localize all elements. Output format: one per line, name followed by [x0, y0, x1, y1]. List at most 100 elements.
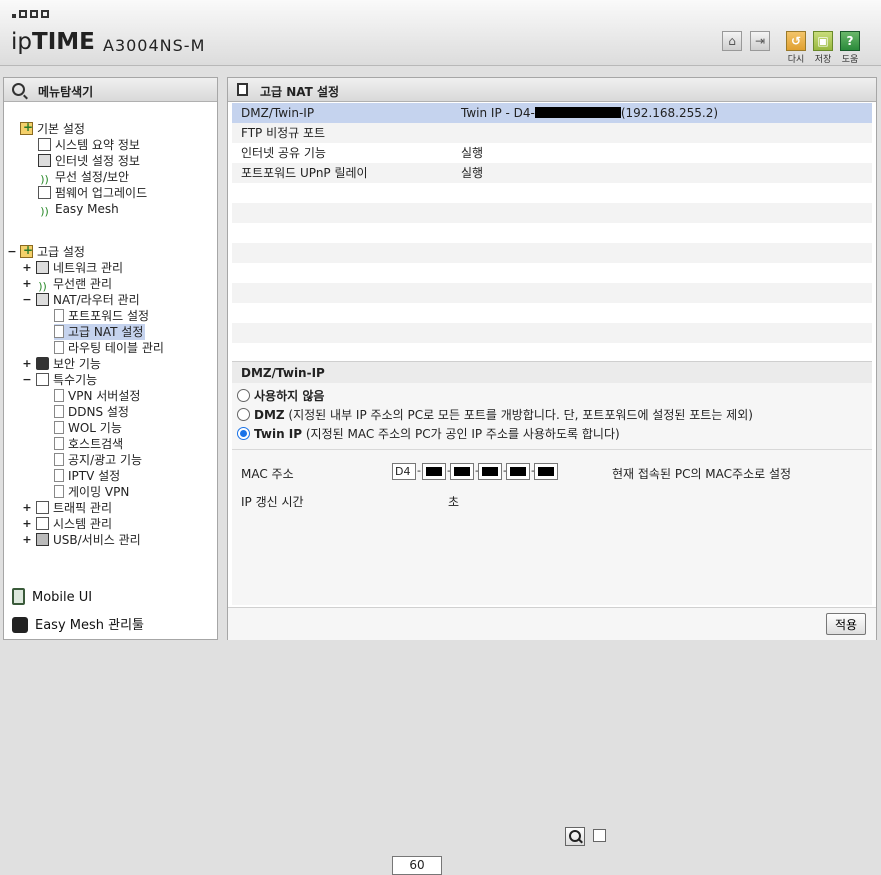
- expand-toggle[interactable]: +: [22, 356, 32, 372]
- restart-label: 다시: [787, 55, 805, 65]
- lock-icon: [36, 357, 49, 370]
- status-row: [232, 243, 872, 263]
- menu-sub-item[interactable]: 공지/광고 기능: [54, 452, 144, 468]
- mac-octet-input[interactable]: [422, 463, 446, 480]
- renew-time-input[interactable]: 60: [392, 856, 442, 875]
- page-icon: [54, 485, 64, 498]
- phone-icon: [12, 588, 25, 605]
- menu-explorer-header: 메뉴탐색기: [4, 78, 217, 102]
- page-icon: [54, 469, 64, 482]
- menu-group-item[interactable]: NAT/라우터 관리: [36, 292, 140, 308]
- page-icon: [54, 309, 64, 322]
- chart-icon: [36, 501, 49, 514]
- page-icon: [54, 389, 64, 402]
- menu-group-item[interactable]: 네트워크 관리: [36, 260, 123, 276]
- menu-sub-item[interactable]: 게이밍 VPN: [54, 484, 131, 500]
- page-icon: [54, 325, 64, 338]
- dmz-option-1[interactable]: DMZ (지정된 내부 IP 주소의 PC로 모든 포트를 개방합니다. 단, …: [237, 406, 753, 424]
- special-icon: [36, 373, 49, 386]
- menu-advanced-settings[interactable]: 고급 설정: [20, 242, 85, 260]
- system-info-icon: [38, 138, 51, 151]
- logout-icon[interactable]: ⇥: [750, 31, 770, 51]
- status-row: FTP 비정규 포트: [232, 123, 872, 143]
- radio-button[interactable]: [237, 389, 250, 402]
- folder-icon: [20, 242, 33, 258]
- save-label: 저장: [814, 55, 832, 65]
- menu-group-item[interactable]: )) 무선랜 관리: [36, 276, 112, 293]
- firmware-icon: [38, 186, 51, 199]
- status-row: 인터넷 공유 기능 실행: [232, 143, 872, 163]
- menu-basic-item[interactable]: )) 무선 설정/보안: [38, 169, 129, 186]
- mac-octet-input[interactable]: D4: [392, 463, 416, 480]
- dmz-option-2[interactable]: Twin IP (지정된 MAC 주소의 PC가 공인 IP 주소를 사용하도록…: [237, 425, 620, 443]
- menu-basic-item[interactable]: 펌웨어 업그레이드: [38, 185, 147, 201]
- radio-button[interactable]: [237, 427, 250, 440]
- internet-icon: [38, 154, 51, 167]
- status-row: [232, 323, 872, 343]
- menu-group-item[interactable]: 시스템 관리: [36, 516, 112, 532]
- menu-sub-item[interactable]: 호스트검색: [54, 436, 125, 452]
- renew-time-unit: 초: [448, 495, 460, 509]
- radio-button[interactable]: [237, 408, 250, 421]
- help-button[interactable]: ?: [840, 31, 860, 51]
- page-icon: [54, 405, 64, 418]
- restart-button[interactable]: ↺: [786, 31, 806, 51]
- apply-button[interactable]: 적용: [826, 613, 866, 635]
- menu-sub-item[interactable]: IPTV 설정: [54, 468, 122, 484]
- mac-octet-input[interactable]: [478, 463, 502, 480]
- menu-group-item[interactable]: USB/서비스 관리: [36, 532, 141, 548]
- collapse-advanced[interactable]: −: [7, 244, 17, 260]
- menu-basic-item[interactable]: 시스템 요약 정보: [38, 137, 140, 153]
- help-label: 도움: [841, 55, 859, 65]
- mac-separator: -: [417, 464, 421, 477]
- menu-sub-item[interactable]: 포트포워드 설정: [54, 308, 151, 324]
- expand-toggle[interactable]: −: [22, 292, 32, 308]
- easy-mesh-tool-link[interactable]: Easy Mesh 관리툴: [12, 614, 144, 633]
- menu-group-item[interactable]: 특수기능: [36, 372, 97, 388]
- expand-toggle[interactable]: +: [22, 516, 32, 532]
- expand-toggle[interactable]: −: [22, 372, 32, 388]
- status-row: [232, 223, 872, 243]
- mac-address-label: MAC 주소: [241, 467, 294, 481]
- brand-logo: ipTIME: [11, 29, 95, 55]
- section-header: DMZ/Twin-IP: [232, 361, 872, 383]
- dmz-options: 사용하지 않음 DMZ (지정된 내부 IP 주소의 PC로 모든 포트를 개방합…: [232, 383, 872, 449]
- expand-toggle[interactable]: +: [22, 276, 32, 292]
- status-row: 포트포워드 UPnP 릴레이 실행: [232, 163, 872, 183]
- menu-basic-settings[interactable]: 기본 설정: [20, 119, 85, 137]
- mac-octet-input[interactable]: [506, 463, 530, 480]
- redacted-mask: [538, 467, 554, 476]
- mac-octet-input[interactable]: [450, 463, 474, 480]
- use-current-mac-checkbox[interactable]: [593, 829, 606, 842]
- expand-toggle[interactable]: +: [22, 260, 32, 276]
- redacted-mask: [454, 467, 470, 476]
- status-row: [232, 343, 872, 363]
- menu-sub-item[interactable]: DDNS 설정: [54, 404, 131, 420]
- router-icon: [36, 293, 49, 306]
- menu-sub-item[interactable]: 고급 NAT 설정: [54, 324, 146, 340]
- menu-explorer: 메뉴탐색기 기본 설정시스템 요약 정보인터넷 설정 정보))무선 설정/보안펌…: [3, 77, 218, 640]
- menu-explorer-title: 메뉴탐색기: [38, 85, 94, 99]
- status-key: DMZ/Twin-IP: [241, 106, 315, 120]
- expand-toggle[interactable]: +: [22, 532, 32, 548]
- dmz-option-0[interactable]: 사용하지 않음: [237, 387, 324, 405]
- menu-basic-item[interactable]: 인터넷 설정 정보: [38, 153, 140, 169]
- search-icon[interactable]: [565, 827, 585, 846]
- mobile-ui-link[interactable]: Mobile UI: [12, 588, 92, 605]
- page-icon: [54, 437, 64, 450]
- mesh-icon: [12, 617, 28, 633]
- redacted-mask: [510, 467, 526, 476]
- mac-octet-input[interactable]: [534, 463, 558, 480]
- expand-toggle[interactable]: +: [22, 500, 32, 516]
- renew-time-label: IP 갱신 시간: [241, 495, 304, 509]
- menu-sub-item[interactable]: WOL 기능: [54, 420, 124, 436]
- menu-group-item[interactable]: 보안 기능: [36, 356, 101, 372]
- home-icon[interactable]: ⌂: [722, 31, 742, 51]
- menu-group-item[interactable]: 트래픽 관리: [36, 500, 112, 516]
- main-panel-header: 고급 NAT 설정: [228, 78, 876, 102]
- menu-sub-item[interactable]: 라우팅 테이블 관리: [54, 340, 166, 356]
- menu-sub-item[interactable]: VPN 서버설정: [54, 388, 142, 404]
- menu-basic-item[interactable]: )) Easy Mesh: [38, 201, 119, 218]
- status-key: 인터넷 공유 기능: [241, 146, 326, 160]
- save-button[interactable]: ▣: [813, 31, 833, 51]
